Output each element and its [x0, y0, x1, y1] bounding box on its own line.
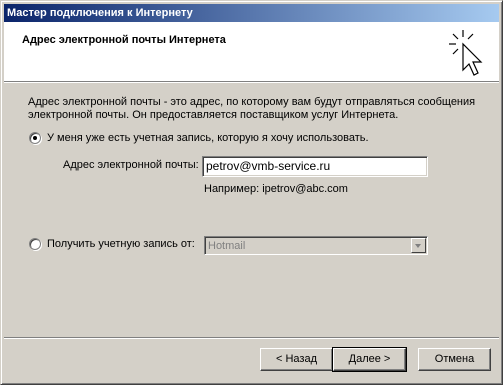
option-new-label: Получить учетную запись от:	[47, 238, 195, 250]
provider-select[interactable]: Hotmail	[204, 236, 428, 255]
description-text: Адрес электронной почты - это адрес, по …	[28, 96, 476, 121]
wizard-sparkle-cursor-icon	[449, 30, 483, 76]
header-divider	[4, 81, 499, 83]
option-existing-account[interactable]: У меня уже есть учетная запись, которую …	[29, 132, 369, 144]
cancel-button[interactable]: Отмена	[418, 348, 491, 371]
wizard-header: Адрес электронной почты Интернета	[4, 22, 499, 81]
radio-existing-account[interactable]	[29, 132, 41, 144]
back-button[interactable]: < Назад	[260, 348, 333, 371]
wizard-window: Мастер подключения к Интернету Адрес эле…	[0, 0, 503, 385]
next-button[interactable]: Далее >	[332, 347, 407, 372]
window-title: Мастер подключения к Интернету	[7, 7, 193, 19]
option-new-account[interactable]: Получить учетную запись от:	[29, 238, 195, 250]
title-bar[interactable]: Мастер подключения к Интернету	[4, 4, 499, 22]
email-label: Адрес электронной почты:	[63, 159, 199, 171]
provider-selected-value: Hotmail	[208, 240, 246, 252]
footer-divider	[4, 337, 499, 339]
email-field[interactable]: petrov@vmb-service.ru	[202, 156, 428, 177]
email-value: petrov@vmb-service.ru	[206, 159, 331, 173]
option-existing-label: У меня уже есть учетная запись, которую …	[47, 132, 369, 144]
radio-new-account[interactable]	[29, 238, 41, 250]
email-example: Например: ipetrov@abc.com	[204, 183, 348, 195]
page-title: Адрес электронной почты Интернета	[22, 34, 226, 46]
chevron-down-icon[interactable]	[411, 238, 426, 253]
